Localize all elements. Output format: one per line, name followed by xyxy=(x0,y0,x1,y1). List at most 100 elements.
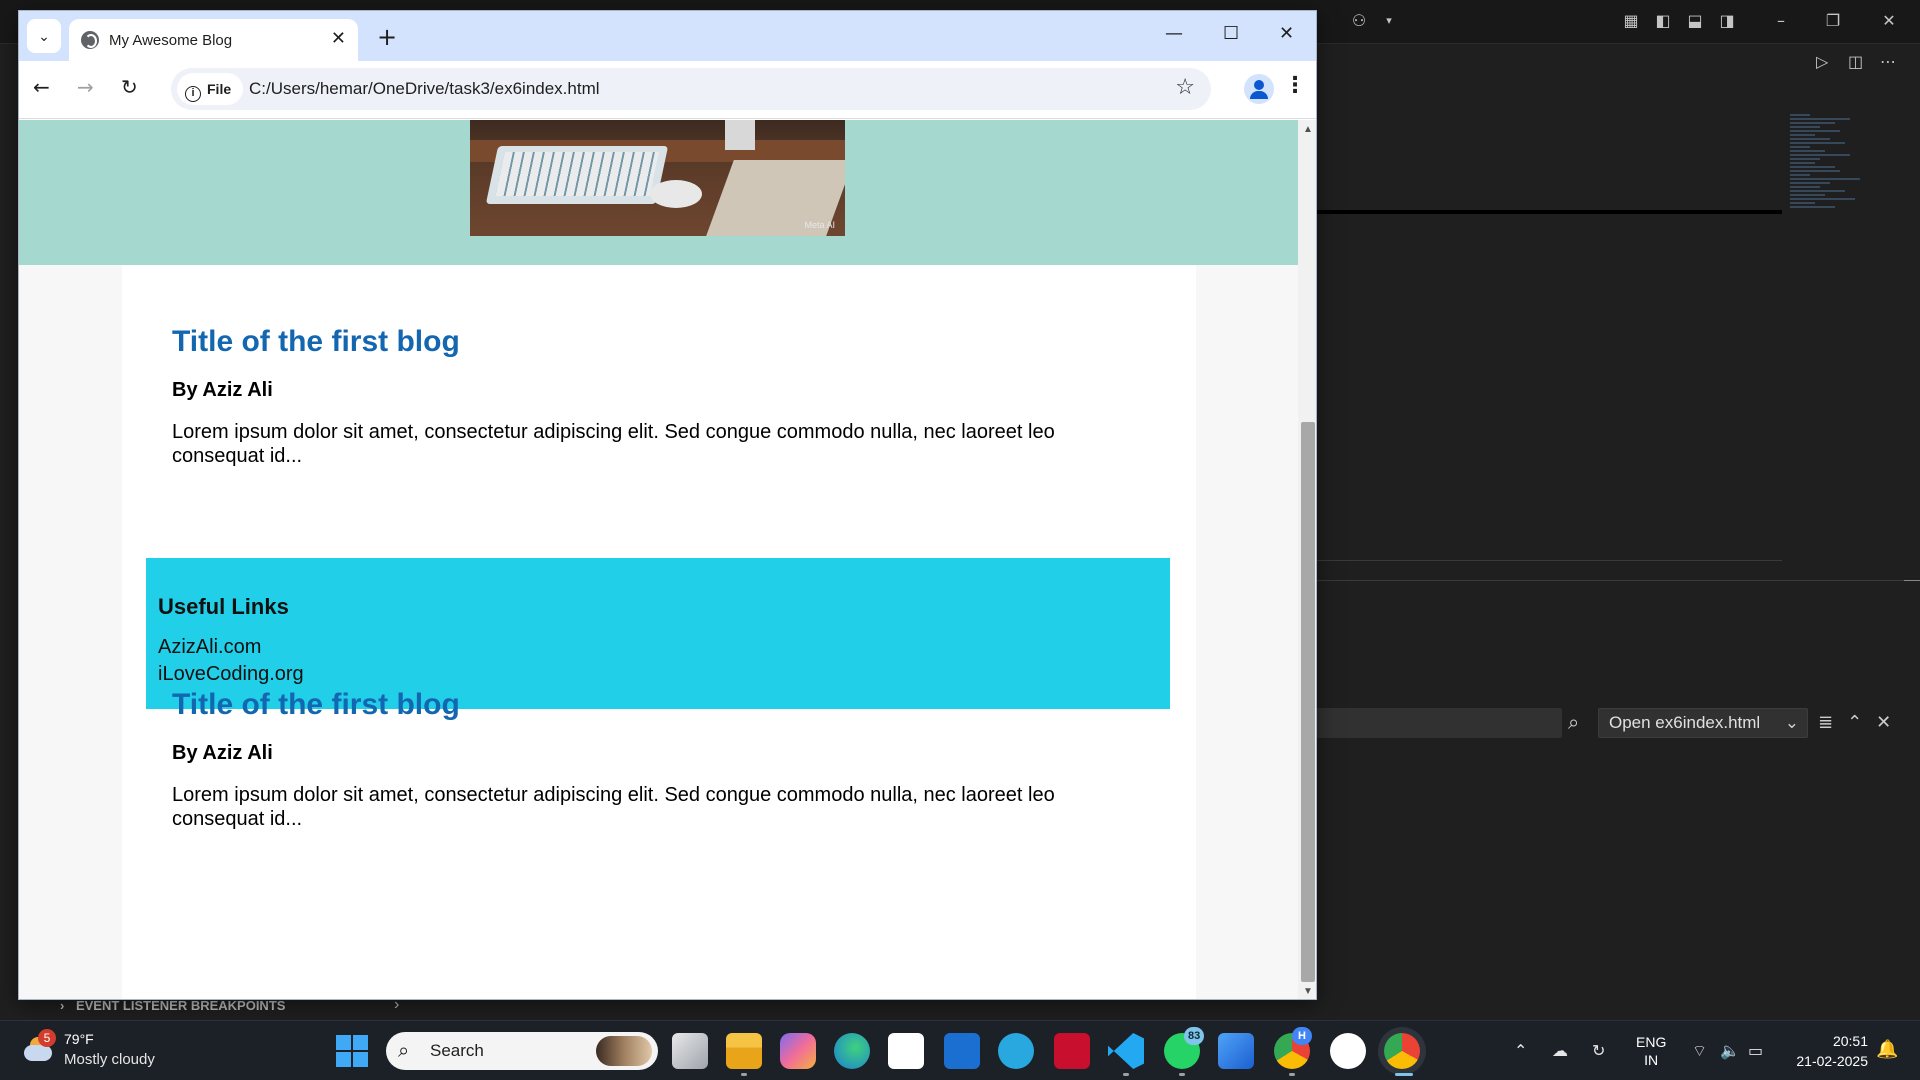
image-watermark: Meta AI xyxy=(804,220,835,230)
blog-post: Title of the first blog By Aziz Ali Lore… xyxy=(172,325,1132,468)
new-tab-button[interactable]: + xyxy=(377,23,397,51)
useful-links-box: Useful Links AzizAli.com iLoveCoding.org xyxy=(146,558,1170,709)
running-indicator xyxy=(1179,1073,1185,1076)
sync-icon[interactable]: ↻ xyxy=(1592,1041,1605,1060)
search-label: Search xyxy=(430,1041,484,1060)
back-button[interactable]: ← xyxy=(33,75,50,99)
page-viewport[interactable]: Meta AI Title of the first blog By Aziz … xyxy=(19,120,1298,999)
help-icon[interactable] xyxy=(998,1033,1034,1069)
address-bar[interactable]: i File C:/Users/hemar/OneDrive/task3/ex6i… xyxy=(171,68,1211,110)
edge-icon[interactable] xyxy=(834,1033,870,1069)
toggle-secondary-sidebar-icon[interactable]: ◨ xyxy=(1716,10,1738,32)
mouse-graphic xyxy=(650,180,702,208)
useful-links-heading: Useful Links xyxy=(158,594,289,619)
photos-icon[interactable] xyxy=(1218,1033,1254,1069)
myhp-icon[interactable] xyxy=(944,1033,980,1069)
run-icon[interactable]: ▷ xyxy=(1816,52,1828,71)
post-title[interactable]: Title of the first blog xyxy=(172,325,1132,359)
globe-icon xyxy=(81,31,99,49)
whatsapp-badge: 83 xyxy=(1184,1027,1205,1045)
link-azizali[interactable]: AzizAli.com xyxy=(158,636,1158,659)
split-editor-icon[interactable]: ◫ xyxy=(1848,52,1863,71)
wifi-icon[interactable]: ⌔ xyxy=(1692,1041,1707,1061)
battery-icon[interactable]: ▭ xyxy=(1748,1041,1763,1060)
tab-strip: ⌄ My Awesome Blog ✕ + — ☐ ✕ xyxy=(19,11,1316,61)
show-hidden-icons[interactable]: ⌃ xyxy=(1514,1041,1527,1060)
post-title[interactable]: Title of the first blog xyxy=(172,688,1132,722)
kebab-menu-icon[interactable]: ⋮ xyxy=(1284,73,1306,98)
debug-section-label: EVENT LISTENER BREAKPOINTS xyxy=(75,998,286,1013)
search-icon[interactable]: ⌕ xyxy=(1568,710,1579,734)
toggle-primary-sidebar-icon[interactable]: ◧ xyxy=(1652,10,1674,32)
chevron-down-icon: ⌄ xyxy=(1784,713,1799,732)
header-image: Meta AI xyxy=(470,120,845,236)
filter-input[interactable] xyxy=(1316,708,1562,738)
panel-actions[interactable]: ≣⌃✕ xyxy=(1818,712,1905,733)
tab-search-button[interactable]: ⌄ xyxy=(27,19,61,53)
tab-close-icon[interactable]: ✕ xyxy=(331,28,346,49)
keyboard-graphic xyxy=(485,146,669,204)
weather-badge: 5 xyxy=(38,1029,56,1047)
clock[interactable]: 20:51 21-02-2025 xyxy=(1788,1031,1868,1071)
reload-button[interactable]: ↻ xyxy=(121,75,138,99)
chevron-down-icon[interactable]: ▾ xyxy=(1378,10,1400,32)
copilot-icon[interactable] xyxy=(780,1033,816,1069)
more-actions-icon[interactable]: ⋯ xyxy=(1880,52,1896,71)
bookmark-star-icon[interactable]: ☆ xyxy=(1175,75,1195,100)
forward-button[interactable]: → xyxy=(77,75,94,99)
minimap[interactable] xyxy=(1790,112,1870,312)
microsoft-store-icon[interactable] xyxy=(888,1033,924,1069)
task-view-icon[interactable] xyxy=(672,1033,708,1069)
taskbar-search[interactable]: ⌕ Search xyxy=(386,1032,658,1070)
close-icon[interactable]: ✕ xyxy=(1279,23,1294,44)
volume-icon[interactable]: 🔈 xyxy=(1720,1041,1740,1060)
language-indicator[interactable]: ENG IN xyxy=(1636,1033,1666,1069)
close-icon[interactable]: ✕ xyxy=(1878,10,1900,32)
github-icon[interactable] xyxy=(1330,1033,1366,1069)
active-indicator xyxy=(1395,1073,1413,1076)
scrollbar-thumb[interactable] xyxy=(1301,422,1315,982)
profile-avatar[interactable] xyxy=(1244,74,1274,104)
scroll-down-arrow[interactable]: ▼ xyxy=(1303,986,1313,997)
notification-bell-icon[interactable]: 🔔 xyxy=(1876,1039,1898,1060)
toggle-panel-icon[interactable]: ⬓ xyxy=(1684,10,1706,32)
page-scrollbar[interactable]: ▲ ▼ xyxy=(1298,120,1316,999)
site-info-chip[interactable]: i File xyxy=(177,73,244,105)
file-explorer-icon[interactable] xyxy=(726,1033,762,1069)
url-text[interactable]: C:/Users/hemar/OneDrive/task3/ex6index.h… xyxy=(249,79,600,99)
maximize-icon[interactable]: ☐ xyxy=(1223,23,1239,44)
mcafee-icon[interactable] xyxy=(1054,1033,1090,1069)
debug-section-header[interactable]: › EVENT LISTENER BREAKPOINTS xyxy=(60,998,285,1013)
scroll-up-arrow[interactable]: ▲ xyxy=(1303,124,1313,135)
minimize-icon[interactable]: — xyxy=(1165,23,1183,44)
copilot-icon[interactable]: ⚇ xyxy=(1348,10,1370,32)
editor-divider xyxy=(1316,210,1782,214)
chrome-icon[interactable] xyxy=(1384,1033,1420,1069)
blog-post: Title of the first blog By Aziz Ali Lore… xyxy=(172,688,1132,831)
language-code: ENG xyxy=(1636,1034,1667,1050)
link-ilovecoding[interactable]: iLoveCoding.org xyxy=(158,663,1158,686)
onedrive-icon[interactable]: ☁ xyxy=(1552,1041,1568,1060)
info-icon: i xyxy=(185,86,201,102)
vscode-icon[interactable] xyxy=(1108,1033,1144,1069)
browser-toolbar: ← → ↻ i File C:/Users/hemar/OneDrive/task… xyxy=(19,61,1316,119)
running-indicator xyxy=(1289,1073,1295,1076)
minimize-icon[interactable]: – xyxy=(1770,10,1792,32)
panel-divider xyxy=(1316,560,1782,561)
restore-icon[interactable]: ❐ xyxy=(1822,10,1844,32)
temperature: 79°F xyxy=(64,1031,94,1047)
customize-layout-icon[interactable]: ▦ xyxy=(1620,10,1642,32)
find-bar: ⌕ Open ex6index.html ⌄ ≣⌃✕ xyxy=(1316,706,1920,740)
post-author: By Aziz Ali xyxy=(172,742,273,764)
panel-divider xyxy=(1316,580,1920,581)
weather-widget[interactable]: 5 79°F Mostly cloudy xyxy=(20,1029,170,1073)
output-channel-select[interactable]: Open ex6index.html ⌄ xyxy=(1598,708,1808,738)
running-indicator xyxy=(741,1073,747,1076)
tab-active[interactable]: My Awesome Blog ✕ xyxy=(69,19,358,61)
search-icon: ⌕ xyxy=(398,1038,410,1062)
chrome-profile-badge: H xyxy=(1292,1027,1312,1045)
start-button[interactable] xyxy=(334,1033,370,1069)
post-excerpt: Lorem ipsum dolor sit amet, consectetur … xyxy=(172,421,1055,467)
output-channel-label: Open ex6index.html xyxy=(1609,713,1761,732)
sash[interactable] xyxy=(1904,580,1920,581)
